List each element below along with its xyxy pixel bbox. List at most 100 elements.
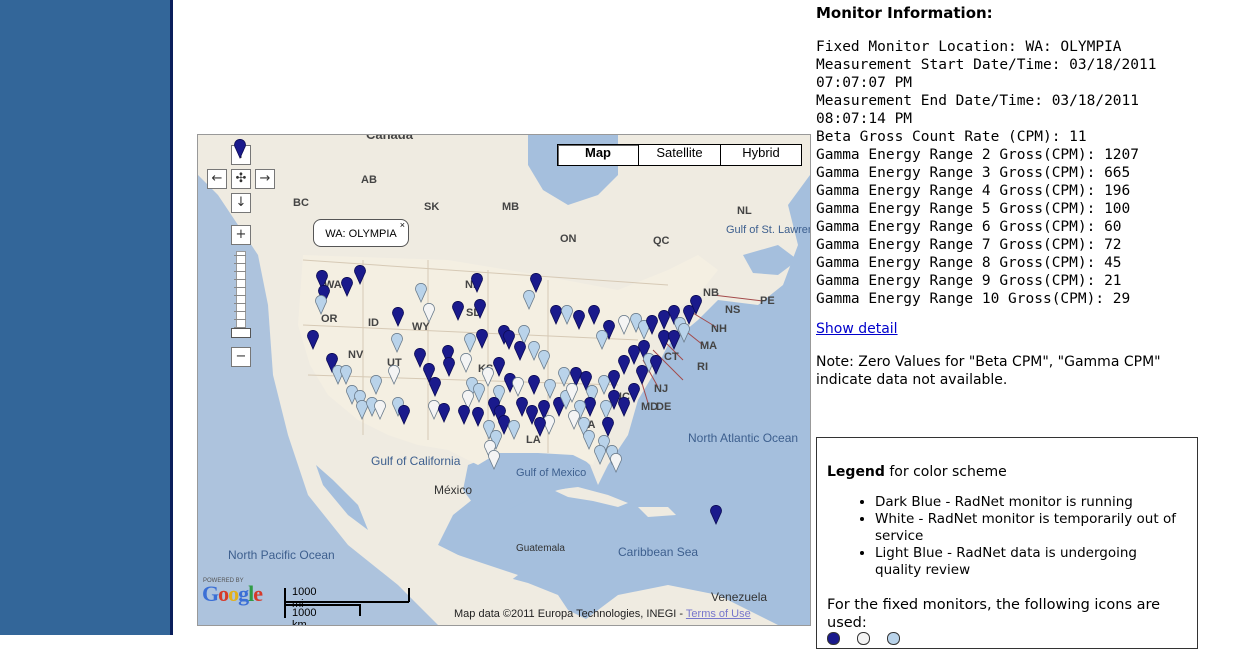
monitor-pin-dark-blue[interactable] bbox=[534, 417, 546, 437]
monitor-info-panel: Monitor Information: Fixed Monitor Locat… bbox=[816, 4, 1246, 308]
info-line: Gamma Energy Range 2 Gross(CPM): 1207 bbox=[816, 147, 1140, 163]
info-line: Gamma Energy Range 8 Gross(CPM): 45 bbox=[816, 255, 1122, 271]
info-line: Gamma Energy Range 7 Gross(CPM): 72 bbox=[816, 237, 1122, 253]
monitor-pin-dark-blue[interactable] bbox=[528, 375, 540, 395]
pan-left-button[interactable]: ← bbox=[207, 169, 227, 189]
info-line: Gamma Energy Range 5 Gross(CPM): 100 bbox=[816, 201, 1131, 217]
monitor-pin-dark-blue[interactable] bbox=[646, 315, 658, 335]
zoom-out-button[interactable]: − bbox=[231, 347, 251, 367]
label-ns: NS bbox=[725, 304, 741, 316]
monitor-pin-dark-blue[interactable] bbox=[452, 301, 464, 321]
terms-of-use-link[interactable]: Terms of Use bbox=[686, 608, 751, 620]
label-caribbean-sea: Caribbean Sea bbox=[618, 545, 699, 559]
info-line: Measurement End Date/Time: 03/18/2011 bbox=[816, 93, 1140, 109]
monitor-pin-dark-blue[interactable] bbox=[234, 139, 246, 159]
monitor-pin-light-blue[interactable] bbox=[340, 365, 352, 385]
label-nb: NB bbox=[703, 287, 719, 299]
map-type-map-button[interactable]: Map bbox=[557, 144, 639, 166]
white-marker-icon bbox=[857, 632, 871, 645]
monitor-info-heading: Monitor Information: bbox=[816, 4, 993, 22]
info-line: Gamma Energy Range 10 Gross(CPM): 29 bbox=[816, 291, 1131, 307]
monitor-pin-light-blue[interactable] bbox=[508, 420, 520, 440]
monitor-pin-dark-blue[interactable] bbox=[710, 505, 722, 525]
label-de: DE bbox=[656, 401, 672, 413]
label-north-pacific-ocean: North Pacific Ocean bbox=[228, 548, 335, 562]
zoom-slider-thumb[interactable] bbox=[231, 328, 251, 338]
monitor-pin-dark-blue[interactable] bbox=[588, 305, 600, 325]
monitor-pin-dark-blue[interactable] bbox=[354, 265, 366, 285]
fixed-monitors-text: For the fixed monitors, the following ic… bbox=[827, 597, 1161, 631]
monitor-pin-light-blue[interactable] bbox=[464, 333, 476, 353]
label-ct: CT bbox=[664, 351, 679, 363]
monitor-pin-white[interactable] bbox=[488, 450, 500, 470]
zoom-slider[interactable] bbox=[231, 251, 249, 335]
legend-title: Legend for color scheme bbox=[827, 464, 1007, 480]
monitor-map[interactable]: Map Satellite Hybrid ↑ ← ✣ → ↓ + − Canad… bbox=[197, 134, 811, 626]
info-line: 08:07:14 PM bbox=[816, 111, 913, 127]
google-logo[interactable]: Google bbox=[202, 581, 263, 607]
monitor-pin-dark-blue[interactable] bbox=[471, 273, 483, 293]
sidebar-border bbox=[170, 0, 173, 635]
label-mb: MB bbox=[502, 201, 520, 213]
monitor-pin-dark-blue[interactable] bbox=[474, 299, 486, 319]
pan-right-button[interactable]: → bbox=[255, 169, 275, 189]
label-on: ON bbox=[560, 233, 577, 245]
legend-item-light-blue: Light Blue - RadNet data is undergoing q… bbox=[875, 545, 1185, 579]
monitor-pin-dark-blue[interactable] bbox=[573, 310, 585, 330]
monitor-pin-white[interactable] bbox=[423, 303, 435, 323]
show-detail-link[interactable]: Show detail bbox=[816, 321, 898, 337]
monitor-pin-dark-blue[interactable] bbox=[392, 307, 404, 327]
label-guatemala: Guatemala bbox=[516, 543, 565, 554]
label-id: ID bbox=[368, 317, 379, 329]
monitor-pin-dark-blue[interactable] bbox=[398, 405, 410, 425]
legend-box: Legend for color scheme Dark Blue - RadN… bbox=[816, 437, 1198, 649]
monitor-pin-white[interactable] bbox=[388, 365, 400, 385]
pan-center-button[interactable]: ✣ bbox=[231, 169, 251, 189]
monitor-pin-white[interactable] bbox=[566, 383, 578, 403]
label-mexico: México bbox=[434, 483, 473, 497]
map-attribution: Map data ©2011 Europa Technologies, INEG… bbox=[454, 608, 751, 620]
infowindow-close-icon[interactable]: × bbox=[400, 220, 405, 230]
label-nl: NL bbox=[737, 205, 752, 217]
monitor-pin-light-blue[interactable] bbox=[596, 330, 608, 350]
info-line: Beta Gross Count Rate (CPM): 11 bbox=[816, 129, 1087, 145]
monitor-pin-dark-blue[interactable] bbox=[690, 295, 702, 315]
monitor-pin-white[interactable] bbox=[374, 400, 386, 420]
map-type-selector: Map Satellite Hybrid bbox=[557, 144, 802, 166]
label-ma: MA bbox=[700, 340, 718, 352]
monitor-pin-white[interactable] bbox=[610, 453, 622, 473]
monitor-pin-light-blue[interactable] bbox=[523, 290, 535, 310]
monitor-pin-dark-blue[interactable] bbox=[476, 329, 488, 349]
monitor-pin-dark-blue[interactable] bbox=[443, 357, 455, 377]
label-north-atlantic-ocean: North Atlantic Ocean bbox=[688, 431, 799, 445]
monitor-pin-dark-blue[interactable] bbox=[514, 341, 526, 361]
monitor-pin-dark-blue[interactable] bbox=[341, 277, 353, 297]
monitor-pin-light-blue[interactable] bbox=[544, 379, 556, 399]
monitor-pin-dark-blue[interactable] bbox=[602, 417, 614, 437]
monitor-pin-light-blue[interactable] bbox=[391, 333, 403, 353]
monitor-pin-dark-blue[interactable] bbox=[458, 405, 470, 425]
monitor-pin-dark-blue[interactable] bbox=[429, 377, 441, 397]
zoom-in-button[interactable]: + bbox=[231, 225, 251, 245]
monitor-pin-light-blue[interactable] bbox=[594, 445, 606, 465]
monitor-pin-light-blue[interactable] bbox=[370, 375, 382, 395]
monitor-pin-dark-blue[interactable] bbox=[438, 403, 450, 423]
monitor-pin-white[interactable] bbox=[460, 353, 472, 373]
light-blue-marker-icon bbox=[887, 632, 901, 645]
monitor-pin-light-blue[interactable] bbox=[315, 295, 327, 315]
monitor-pin-light-blue[interactable] bbox=[561, 305, 573, 325]
map-type-hybrid-button[interactable]: Hybrid bbox=[720, 144, 802, 166]
label-pe: PE bbox=[760, 295, 775, 307]
map-type-satellite-button[interactable]: Satellite bbox=[638, 144, 721, 166]
monitor-pin-dark-blue[interactable] bbox=[636, 365, 648, 385]
monitor-pin-light-blue[interactable] bbox=[678, 323, 690, 343]
info-line: 07:07:07 PM bbox=[816, 75, 913, 91]
monitor-pin-white[interactable] bbox=[618, 315, 630, 335]
monitor-pin-light-blue[interactable] bbox=[415, 283, 427, 303]
monitor-pin-dark-blue[interactable] bbox=[307, 330, 319, 350]
pan-down-button[interactable]: ↓ bbox=[231, 193, 251, 213]
monitor-pin-white[interactable] bbox=[512, 377, 524, 397]
monitor-pin-light-blue[interactable] bbox=[538, 350, 550, 370]
label-ab: AB bbox=[361, 174, 377, 186]
monitor-pin-dark-blue[interactable] bbox=[650, 355, 662, 375]
